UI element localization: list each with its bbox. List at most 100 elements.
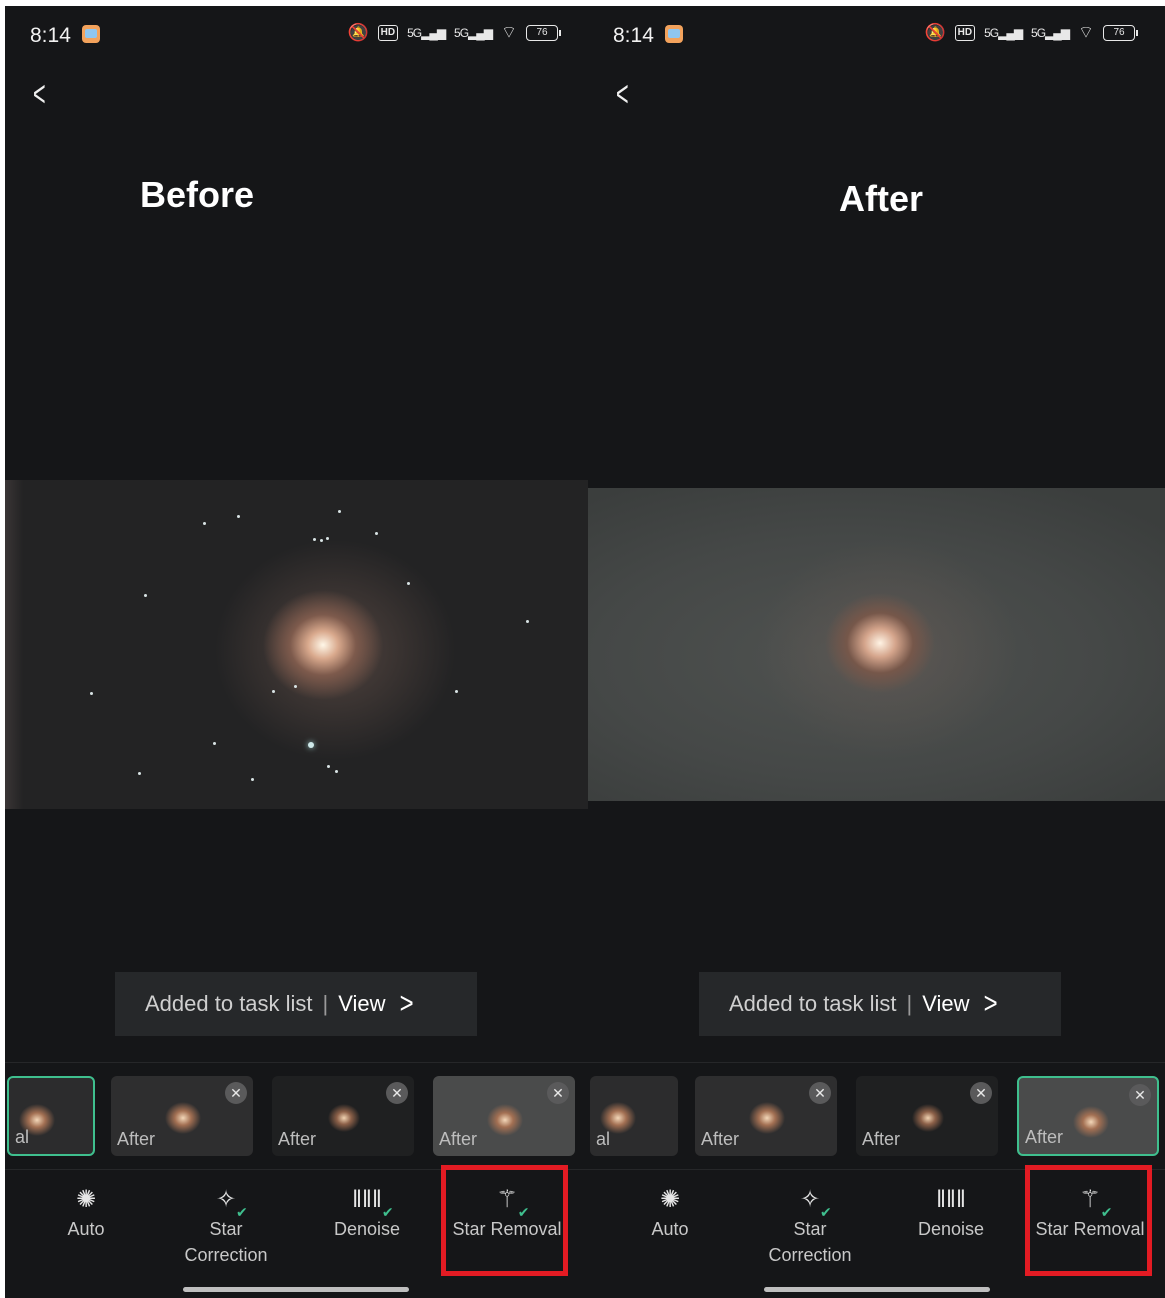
- before-image: [5, 480, 588, 809]
- back-button[interactable]: <: [33, 74, 73, 118]
- mute-bell-icon: 🔕: [924, 22, 946, 42]
- highlight-box: [1025, 1165, 1152, 1276]
- wifi-icon: ⌔: [1078, 23, 1094, 42]
- close-icon[interactable]: ✕: [225, 1082, 247, 1104]
- toast-text: Added to task list: [729, 991, 897, 1016]
- view-link[interactable]: View: [338, 991, 385, 1017]
- signal-5g-icon: 5G▂▄▆: [407, 25, 446, 40]
- signal-5g-icon: 5G▂▄▆: [984, 25, 1023, 40]
- star: [237, 515, 240, 518]
- thumbnail[interactable]: After ✕: [433, 1076, 575, 1156]
- waveform-icon: ‖‖‖: [936, 1186, 966, 1213]
- star: [320, 539, 323, 542]
- view-link[interactable]: View: [922, 991, 969, 1017]
- star: [308, 742, 314, 748]
- close-icon[interactable]: ✕: [547, 1082, 569, 1104]
- star: [335, 770, 338, 773]
- check-icon: ✔: [236, 1204, 248, 1220]
- chevron-right-icon[interactable]: >: [400, 987, 414, 1022]
- star: [313, 538, 316, 541]
- highlight-box: [441, 1165, 568, 1276]
- hd-icon: HD: [377, 24, 399, 41]
- close-icon[interactable]: ✕: [809, 1082, 831, 1104]
- thumbnail[interactable]: After ✕: [111, 1076, 253, 1156]
- after-label: After: [839, 178, 924, 219]
- auto-tool-button[interactable]: ✺ Auto: [26, 1184, 146, 1242]
- status-bar: 8:14 🔕 HD 5G▂▄▆ 5G▂▄▆ ⌔ 76: [5, 6, 588, 66]
- wifi-icon: ⌔: [501, 23, 517, 42]
- home-indicator: [764, 1287, 990, 1292]
- check-icon: ✔: [820, 1204, 832, 1220]
- thumbnail[interactable]: After ✕: [856, 1076, 998, 1156]
- after-screen: 8:14 🔕 HD 5G▂▄▆ 5G▂▄▆ ⌔ 76 < After Added…: [588, 6, 1165, 1298]
- back-button[interactable]: <: [616, 74, 656, 118]
- status-icons: 🔕 HD 5G▂▄▆ 5G▂▄▆ ⌔ 76: [924, 22, 1138, 43]
- star: [144, 594, 147, 597]
- thumbnail-label: After: [862, 1129, 901, 1149]
- star: [455, 690, 458, 693]
- tool-label: Star Correction: [184, 1219, 268, 1265]
- status-time: 8:14: [30, 24, 71, 47]
- thumbnail-strip: al After ✕ After ✕ After ✕: [5, 1062, 588, 1170]
- after-image: [588, 488, 1165, 801]
- chevron-left-icon: <: [33, 73, 46, 114]
- thumbnail-label: After: [439, 1129, 478, 1149]
- star: [251, 778, 254, 781]
- thumbnail[interactable]: After ✕: [272, 1076, 414, 1156]
- star: [213, 742, 216, 745]
- denoise-tool-button[interactable]: ‖‖‖ Denoise: [891, 1184, 1011, 1242]
- tool-label: Auto: [651, 1219, 689, 1239]
- tool-label: Denoise: [917, 1219, 985, 1239]
- waveform-icon: ‖‖‖ ✔: [307, 1184, 427, 1220]
- star: [294, 685, 297, 688]
- thumbnail[interactable]: After ✕: [1017, 1076, 1159, 1156]
- aperture-icon: ✺: [75, 1186, 97, 1213]
- gallery-app-icon: [82, 25, 100, 43]
- before-label: Before: [140, 174, 255, 215]
- signal-5g-icon: 5G▂▄▆: [454, 25, 493, 40]
- gallery-app-icon: [665, 25, 683, 43]
- auto-tool-button[interactable]: ✺ Auto: [610, 1184, 730, 1242]
- star-correction-tool-button[interactable]: ✧ ✔ Star Correction: [166, 1184, 286, 1268]
- star: [407, 582, 410, 585]
- thumbnail-strip: al After ✕ After ✕ After ✕: [588, 1062, 1165, 1170]
- task-toast: Added to task list | View >: [699, 972, 1061, 1036]
- star: [90, 692, 93, 695]
- star: [375, 532, 378, 535]
- thumbnail-label: al: [15, 1127, 30, 1147]
- thumbnail[interactable]: al: [590, 1076, 678, 1156]
- thumbnail-label: After: [701, 1129, 740, 1149]
- hd-icon: HD: [954, 24, 976, 41]
- battery-icon: 76: [526, 24, 561, 41]
- battery-icon: 76: [1103, 24, 1138, 41]
- thumbnail-label: After: [278, 1129, 317, 1149]
- chevron-right-icon[interactable]: >: [984, 987, 998, 1022]
- mute-bell-icon: 🔕: [347, 22, 369, 42]
- tool-label: Star Correction: [768, 1219, 852, 1265]
- denoise-tool-button[interactable]: ‖‖‖ ✔ Denoise: [307, 1184, 427, 1242]
- thumbnail-label: After: [1025, 1127, 1064, 1147]
- thumbnail[interactable]: al: [7, 1076, 95, 1156]
- star: [326, 537, 329, 540]
- sparkle-icon: ✧ ✔: [166, 1184, 286, 1220]
- check-icon: ✔: [381, 1204, 394, 1220]
- task-toast: Added to task list | View >: [115, 972, 477, 1036]
- star-correction-tool-button[interactable]: ✧ ✔ Star Correction: [750, 1184, 870, 1268]
- toast-separator: |: [322, 991, 329, 1016]
- aperture-icon: ✺: [659, 1186, 681, 1213]
- star: [203, 522, 206, 525]
- signal-5g-icon: 5G▂▄▆: [1031, 25, 1070, 40]
- star: [272, 690, 275, 693]
- tool-label: Auto: [67, 1219, 105, 1239]
- toast-text: Added to task list: [145, 991, 313, 1016]
- thumbnail-label: al: [596, 1129, 611, 1149]
- toast-separator: |: [906, 991, 913, 1016]
- sparkle-icon: ✧ ✔: [750, 1184, 870, 1220]
- thumbnail[interactable]: After ✕: [695, 1076, 837, 1156]
- status-time: 8:14: [613, 24, 654, 47]
- close-icon[interactable]: ✕: [386, 1082, 408, 1104]
- close-icon[interactable]: ✕: [970, 1082, 992, 1104]
- thumbnail-label: After: [117, 1129, 156, 1149]
- close-icon[interactable]: ✕: [1129, 1084, 1151, 1106]
- chevron-left-icon: <: [616, 73, 629, 114]
